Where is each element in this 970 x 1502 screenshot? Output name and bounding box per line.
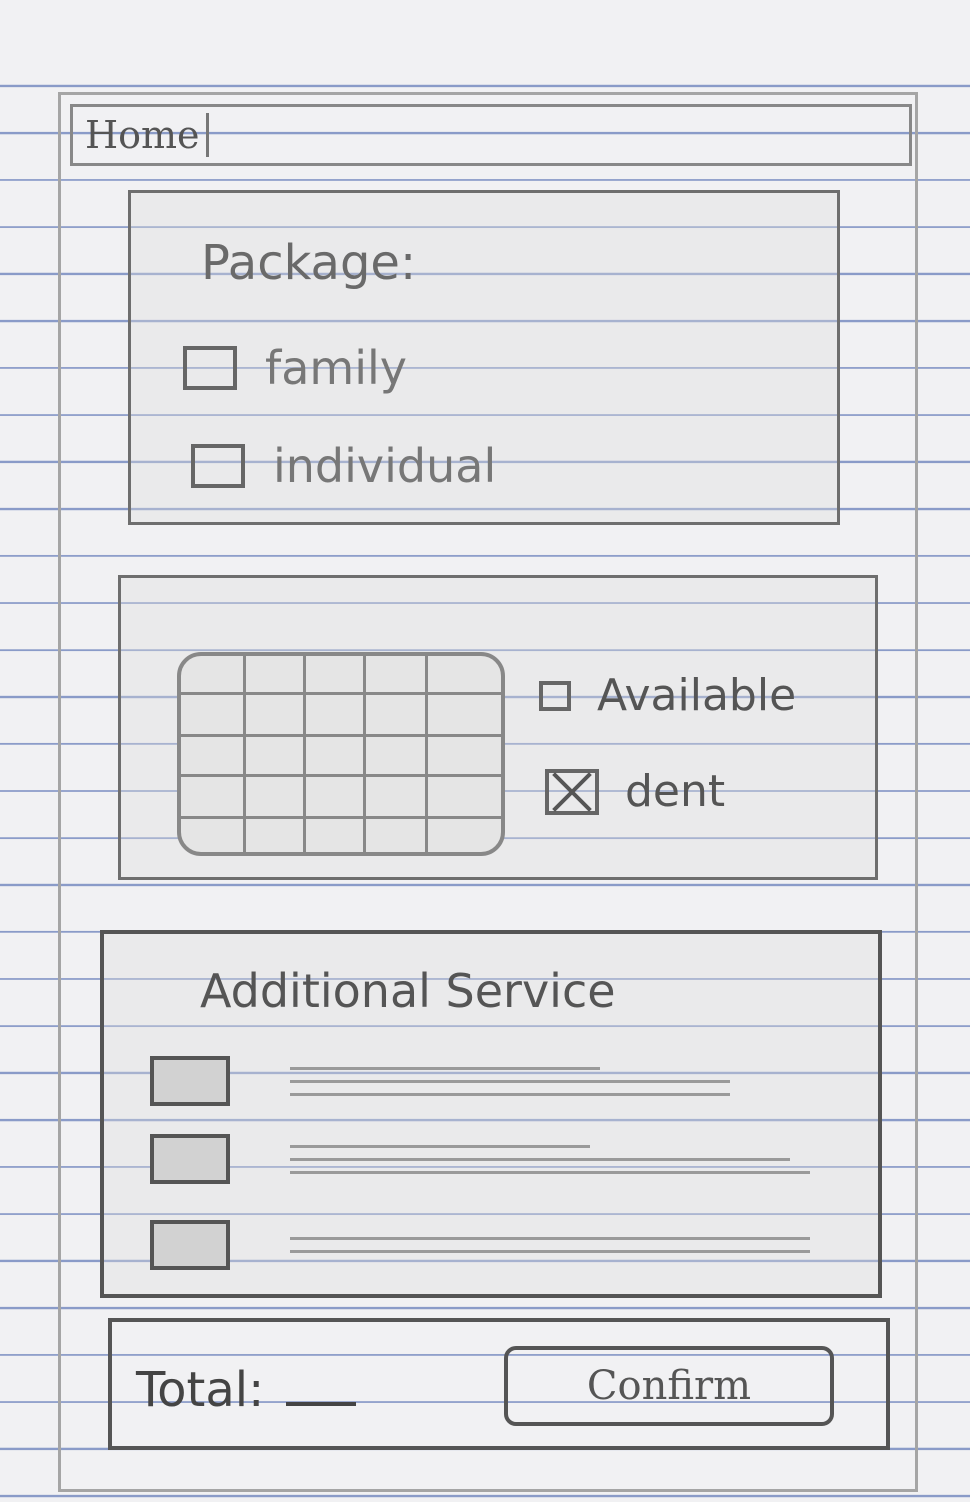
package-option-family[interactable]: family [183, 341, 407, 395]
total-display: Total: [136, 1362, 356, 1418]
individual-checkbox[interactable] [191, 444, 245, 488]
family-checkbox[interactable] [183, 346, 237, 390]
service-text-placeholder-2 [290, 1135, 810, 1184]
total-value [285, 1402, 356, 1406]
available-label: Available [597, 670, 797, 721]
calendar-section: Available dent [118, 575, 878, 880]
service-item-1[interactable] [150, 1056, 730, 1106]
total-label: Total: [136, 1362, 265, 1418]
service-checkbox-3[interactable] [150, 1220, 230, 1270]
calendar-grid[interactable] [177, 652, 505, 856]
service-text-placeholder-3 [290, 1227, 810, 1263]
footer-bar: Total: Confirm [108, 1318, 890, 1450]
family-label: family [265, 341, 407, 395]
tab-home[interactable]: Home [79, 113, 209, 157]
package-section: Package: family individual [128, 190, 840, 525]
package-title: Package: [201, 235, 417, 291]
service-checkbox-2[interactable] [150, 1134, 230, 1184]
legend-available: Available [539, 670, 796, 721]
service-item-3[interactable] [150, 1220, 810, 1270]
confirm-button[interactable]: Confirm [504, 1346, 834, 1426]
additional-service-title: Additional Service [200, 964, 616, 1018]
available-swatch [539, 680, 571, 711]
package-option-individual[interactable]: individual [191, 439, 496, 493]
individual-label: individual [273, 439, 497, 493]
dent-label: dent [625, 766, 726, 817]
calendar-cells[interactable] [181, 656, 501, 852]
title-bar: Home [70, 104, 912, 166]
additional-service-section: Additional Service [100, 930, 882, 1298]
service-checkbox-1[interactable] [150, 1056, 230, 1106]
service-text-placeholder-1 [290, 1057, 730, 1106]
legend-dent: dent [545, 766, 725, 817]
dent-swatch [545, 768, 599, 815]
service-item-2[interactable] [150, 1134, 810, 1184]
